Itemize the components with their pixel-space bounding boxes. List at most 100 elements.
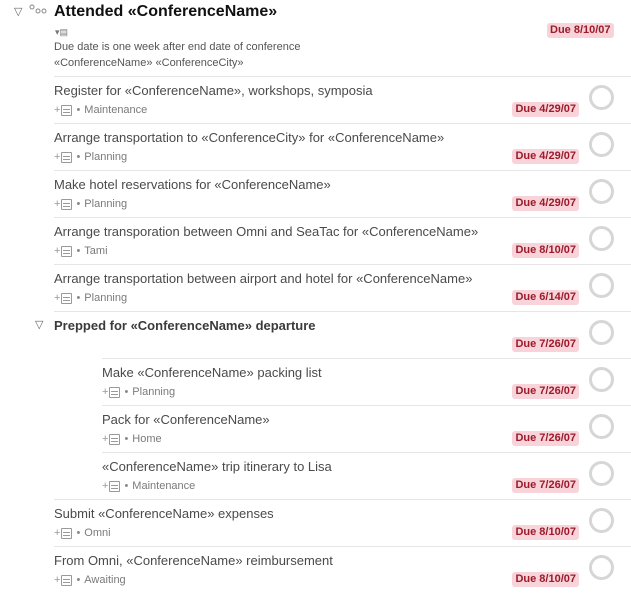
- row-separator: [54, 311, 631, 312]
- add-note-icon[interactable]: +: [54, 245, 60, 257]
- row-separator: [102, 358, 631, 359]
- group-disclosure-triangle[interactable]: ▽: [35, 319, 43, 331]
- subtask-row[interactable]: Make «ConferenceName» packing list + • Plan…: [102, 358, 631, 405]
- completion-checkbox[interactable]: [589, 273, 614, 298]
- due-date-badge: Due 7/26/07: [512, 431, 579, 446]
- context-label[interactable]: Home: [132, 433, 161, 445]
- task-title[interactable]: Arrange transporation between Omni and S…: [54, 224, 478, 239]
- context-label[interactable]: Awaiting: [84, 574, 125, 586]
- task-meta: + • Planning: [54, 198, 127, 210]
- task-row[interactable]: Make hotel reservations for «ConferenceN…: [54, 170, 631, 217]
- task-row[interactable]: Arrange transportation to «ConferenceCit…: [54, 123, 631, 170]
- note-icon[interactable]: [61, 245, 73, 257]
- row-separator: [54, 217, 631, 218]
- completion-checkbox[interactable]: [589, 461, 614, 486]
- context-label[interactable]: Omni: [84, 527, 110, 539]
- task-row[interactable]: From Omni, «ConferenceName» reimbursemen…: [54, 546, 631, 593]
- due-date-badge: Due 4/29/07: [512, 102, 579, 117]
- due-date-badge: Due 6/14/07: [512, 290, 579, 305]
- completion-checkbox[interactable]: [589, 226, 614, 251]
- due-date-badge: Due 8/10/07: [512, 243, 579, 258]
- task-title[interactable]: Submit «ConferenceName» expenses: [54, 506, 274, 521]
- row-separator: [102, 405, 631, 406]
- add-note-icon[interactable]: +: [102, 480, 108, 492]
- subtask-row[interactable]: «ConferenceName» trip itinerary to Lisa +…: [102, 452, 631, 499]
- task-title[interactable]: Register for «ConferenceName», workshops…: [54, 83, 373, 98]
- due-date-badge: Due 7/26/07: [512, 384, 579, 399]
- project-sequential-icon: [29, 4, 47, 14]
- note-icon[interactable]: [109, 386, 121, 398]
- task-meta: + • Omni: [54, 527, 111, 539]
- task-title[interactable]: Arrange transportation between airport a…: [54, 271, 472, 286]
- completion-checkbox[interactable]: [589, 555, 614, 580]
- project-disclosure-triangle[interactable]: ▽: [14, 6, 22, 18]
- task-row[interactable]: Arrange transporation between Omni and S…: [54, 217, 631, 264]
- add-note-icon[interactable]: +: [54, 104, 60, 116]
- note-icon[interactable]: [61, 104, 73, 116]
- task-title[interactable]: «ConferenceName» trip itinerary to Lisa: [102, 459, 332, 474]
- task-title[interactable]: Make hotel reservations for «ConferenceN…: [54, 177, 331, 192]
- bullet-separator: •: [124, 480, 129, 492]
- context-label[interactable]: Planning: [84, 198, 127, 210]
- task-title[interactable]: From Omni, «ConferenceName» reimbursemen…: [54, 553, 333, 568]
- note-icon[interactable]: [61, 527, 73, 539]
- row-separator: [54, 76, 631, 77]
- context-label[interactable]: Planning: [132, 386, 175, 398]
- completion-checkbox[interactable]: [589, 367, 614, 392]
- note-toggle-icon[interactable]: ▾▤: [55, 27, 68, 38]
- row-separator: [102, 452, 631, 453]
- task-title[interactable]: Pack for «ConferenceName»: [102, 412, 270, 427]
- note-icon[interactable]: [61, 574, 73, 586]
- task-title[interactable]: Arrange transportation to «ConferenceCit…: [54, 130, 444, 145]
- due-date-badge: Due 8/10/07: [512, 572, 579, 587]
- add-note-icon[interactable]: +: [54, 527, 60, 539]
- bullet-separator: •: [124, 386, 129, 398]
- completion-checkbox[interactable]: [589, 85, 614, 110]
- note-icon[interactable]: [61, 198, 73, 210]
- add-note-icon[interactable]: +: [54, 198, 60, 210]
- completion-checkbox[interactable]: [589, 414, 614, 439]
- bullet-separator: •: [76, 527, 81, 539]
- context-label[interactable]: Maintenance: [132, 480, 195, 492]
- action-group-row[interactable]: Prepped for «ConferenceName» departure Du…: [54, 311, 631, 358]
- bullet-separator: •: [76, 292, 81, 304]
- context-label[interactable]: Maintenance: [84, 104, 147, 116]
- add-note-icon[interactable]: +: [54, 574, 60, 586]
- task-title[interactable]: Make «ConferenceName» packing list: [102, 365, 322, 380]
- due-date-badge: Due 7/26/07: [512, 478, 579, 493]
- add-note-icon[interactable]: +: [102, 433, 108, 445]
- context-label[interactable]: Planning: [84, 151, 127, 163]
- completion-checkbox[interactable]: [589, 179, 614, 204]
- action-group-title[interactable]: Prepped for «ConferenceName» departure: [54, 318, 316, 333]
- task-meta: + • Home: [102, 433, 162, 445]
- due-date-badge: Due 4/29/07: [512, 149, 579, 164]
- project-title[interactable]: Attended «ConferenceName»: [54, 3, 277, 21]
- completion-checkbox[interactable]: [589, 320, 614, 345]
- add-note-icon[interactable]: +: [54, 292, 60, 304]
- note-icon[interactable]: [61, 292, 73, 304]
- task-meta: + • Planning: [54, 151, 127, 163]
- note-icon[interactable]: [109, 480, 121, 492]
- task-meta: + • Tami: [54, 245, 108, 257]
- bullet-separator: •: [76, 151, 81, 163]
- task-row[interactable]: Register for «ConferenceName», workshops…: [54, 76, 631, 123]
- project-note-line-1: Due date is one week after end date of c…: [54, 41, 301, 53]
- completion-checkbox[interactable]: [589, 508, 614, 533]
- project-note-line-2: «ConferenceName» «ConferenceCity»: [54, 57, 244, 69]
- bullet-separator: •: [76, 574, 81, 586]
- subtask-row[interactable]: Pack for «ConferenceName» + • Home Due 7/26/…: [102, 405, 631, 452]
- context-label[interactable]: Tami: [84, 245, 107, 257]
- task-meta: + • Planning: [102, 386, 175, 398]
- add-note-icon[interactable]: +: [54, 151, 60, 163]
- bullet-separator: •: [76, 245, 81, 257]
- add-note-icon[interactable]: +: [102, 386, 108, 398]
- note-icon[interactable]: [109, 433, 121, 445]
- note-icon[interactable]: [61, 151, 73, 163]
- task-row[interactable]: Submit «ConferenceName» expenses + • Omni Du…: [54, 499, 631, 546]
- bullet-separator: •: [76, 198, 81, 210]
- completion-checkbox[interactable]: [589, 132, 614, 157]
- context-label[interactable]: Planning: [84, 292, 127, 304]
- task-row[interactable]: Arrange transportation between airport a…: [54, 264, 631, 311]
- row-separator: [54, 546, 631, 547]
- task-meta: + • Awaiting: [54, 574, 126, 586]
